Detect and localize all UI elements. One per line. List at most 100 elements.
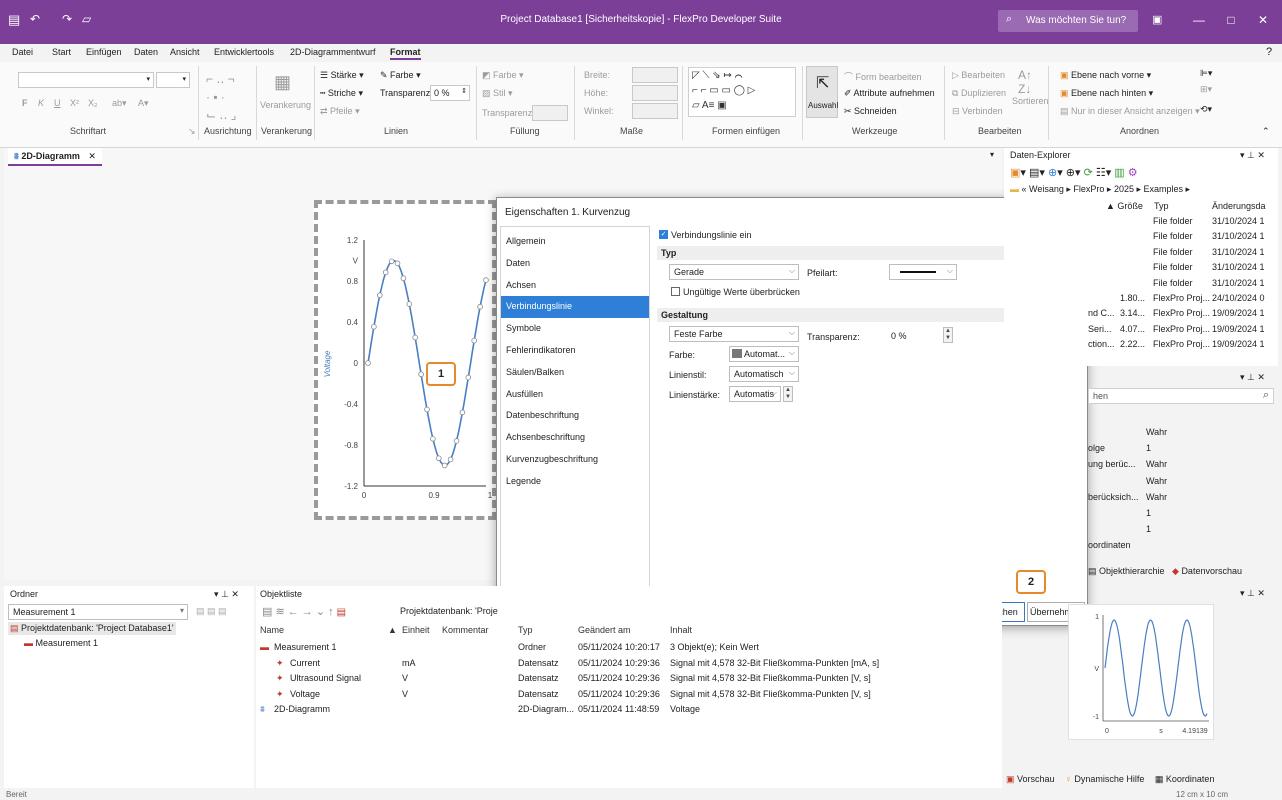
subscript-icon[interactable]: X₂	[88, 98, 98, 108]
search-box[interactable]: ⌕ Was möchten Sie tun?	[998, 10, 1138, 32]
nav-item-allgemein[interactable]: Allgemein	[501, 231, 649, 253]
explorer-cell-name[interactable]: ction...	[1088, 339, 1115, 349]
ordner-toolbar-icons[interactable]: ▤ ▤ ▤	[196, 606, 227, 617]
ordner-root[interactable]: ▤ Projektdatenbank: 'Project Database1'	[8, 622, 176, 635]
explorer-cell-type[interactable]: File folder	[1153, 262, 1193, 272]
explorer-cell-type[interactable]: File folder	[1153, 247, 1193, 257]
explorer-cell-type[interactable]: File folder	[1153, 231, 1193, 241]
nav-item-legende[interactable]: Legende	[501, 471, 649, 493]
menu-start[interactable]: Start	[52, 47, 71, 57]
explorer-cell-date[interactable]: 24/10/2024 0	[1212, 293, 1265, 303]
explorer-cell-type[interactable]: File folder	[1153, 216, 1193, 226]
attribute-aufnehmen-button[interactable]: ✐ Attribute aufnehmen	[844, 88, 935, 99]
nav-item-achsen[interactable]: Achsen	[501, 275, 649, 297]
objekt-cell-name[interactable]: Ultrasound Signal	[290, 673, 361, 683]
explorer-cell-type[interactable]: File folder	[1153, 278, 1193, 288]
preview-pane-controls[interactable]: ▾ ⊥ ✕	[1240, 588, 1265, 599]
explorer-cell-name[interactable]: Seri...	[1088, 324, 1112, 334]
objekt-cell-name[interactable]: 2D-Diagramm	[274, 704, 330, 714]
nav-item-symbole[interactable]: Symbole	[501, 318, 649, 340]
pfeilart-select[interactable]: ⌵	[889, 264, 957, 280]
staerke-button[interactable]: ☰ Stärke ▾	[320, 70, 364, 81]
linienstaerke-spinner[interactable]: ▲ ▼	[783, 386, 793, 402]
col-kommentar[interactable]: Kommentar	[442, 625, 489, 635]
explorer-cell-size[interactable]: 2.22...	[1120, 339, 1145, 349]
fuellung-stil-button[interactable]: ▨ Stil ▾	[482, 88, 513, 99]
linienstaerke-select[interactable]: Automatis ⌵	[729, 386, 781, 402]
explorer-toolbar-icons[interactable]: ▣▾ ▤▾ ⊕▾ ⊕▾ ⟳ ☷▾ ▥ ⚙	[1010, 166, 1138, 179]
farbe-select[interactable]: Automat... ⌵	[729, 346, 799, 362]
col-einheit[interactable]: Einheit	[402, 625, 430, 635]
objekt-cell-name[interactable]: Current	[290, 658, 320, 668]
shapes-gallery[interactable]: ◸ ⟍ ⇘ ↦ ⌒ ⌐ ⌐ ▭ ▭ ◯ ▷ ▱ A≡ ▣	[688, 67, 796, 117]
close-button[interactable]: ✕	[1244, 8, 1282, 32]
rotate-icon[interactable]: ⟲▾	[1200, 104, 1212, 115]
nav-item-verbindungslinie[interactable]: Verbindungslinie	[501, 296, 649, 319]
nav-item-achsenbeschriftung[interactable]: Achsenbeschriftung	[501, 427, 649, 449]
underline-button[interactable]: U	[54, 98, 61, 108]
align-objects-icon[interactable]: ⊫▾	[1200, 68, 1212, 79]
menu-entwicklertools[interactable]: Entwicklertools	[214, 47, 274, 57]
font-size-combo[interactable]: ▾	[156, 72, 190, 88]
transparenz-value[interactable]: 0 %	[891, 331, 907, 341]
form-bearbeiten-button[interactable]: ⌒ Form bearbeiten	[844, 70, 922, 83]
prop-value[interactable]: 1	[1146, 508, 1151, 518]
group-objects-icon[interactable]: ⊞▾	[1200, 84, 1212, 95]
explorer-cell-size[interactable]: 3.14...	[1120, 308, 1145, 318]
explorer-cell-date[interactable]: 31/10/2024 1	[1212, 278, 1265, 288]
nav-item-daten[interactable]: Daten	[501, 253, 649, 275]
pfeile-button[interactable]: ⇄ Pfeile ▾	[320, 106, 360, 117]
nav-item-datenbeschriftung[interactable]: Datenbeschriftung	[501, 405, 649, 427]
menu-format[interactable]: Format	[390, 47, 421, 60]
collapse-ribbon-icon[interactable]: ⌃	[1262, 126, 1270, 137]
explorer-cell-type[interactable]: FlexPro Proj...	[1153, 324, 1210, 334]
tab-2d-diagramm[interactable]: ⩩ 2D-Diagramm ✕	[8, 148, 102, 166]
col-name[interactable]: Name	[260, 625, 284, 635]
prop-value[interactable]: Wahr	[1146, 492, 1167, 502]
ordner-combo[interactable]: Measurement 1 ▾	[8, 604, 188, 620]
italic-button[interactable]: K	[38, 98, 44, 108]
menu-datei[interactable]: Datei	[12, 47, 33, 57]
nur-ansicht-button[interactable]: ▤ Nur in dieser Ansicht anzeigen ▾	[1060, 106, 1200, 117]
explorer-cell-size[interactable]: 1.80...	[1120, 293, 1145, 303]
chart-frame[interactable]: 1.2 V 0.8 0.4 0 -0.4 -0.8 -1.2 Voltage 0 0.9 1	[314, 200, 496, 520]
striche-button[interactable]: ┅ Striche ▾	[320, 88, 363, 99]
bold-button[interactable]: F	[22, 98, 28, 108]
col-geaendert[interactable]: Geändert am	[578, 625, 631, 635]
sortieren-icon[interactable]: A↑ Z↓	[1018, 68, 1032, 96]
explorer-cell-type[interactable]: FlexPro Proj...	[1153, 293, 1210, 303]
prop-value[interactable]: Wahr	[1146, 427, 1167, 437]
explorer-cell-date[interactable]: 31/10/2024 1	[1212, 262, 1265, 272]
ebene-hinten-button[interactable]: ▣ Ebene nach hinten ▾	[1060, 88, 1153, 99]
winkel-input[interactable]	[632, 103, 678, 119]
breite-input[interactable]	[632, 67, 678, 83]
col-groesse[interactable]: ▲ Größe	[1106, 201, 1143, 211]
typ-select[interactable]: Gerade ⌵	[669, 264, 799, 280]
ordner-pane-controls[interactable]: ▾ ⊥ ✕	[214, 589, 239, 600]
help-icon[interactable]: ?	[1266, 46, 1272, 58]
nav-item-säulen-balken[interactable]: Säulen/Balken	[501, 362, 649, 384]
prop-value[interactable]: 1	[1146, 524, 1151, 534]
duplizieren-button[interactable]: ⧉ Duplizieren	[952, 88, 1006, 99]
schneiden-button[interactable]: ✂ Schneiden	[844, 106, 897, 117]
verbindungslinie-checkbox[interactable]: ✓	[659, 230, 668, 239]
props-tab-objekthierarchie[interactable]: ▤ Objekthierarchie	[1088, 566, 1165, 577]
nav-item-ausfüllen[interactable]: Ausfüllen	[501, 384, 649, 406]
prop-value[interactable]: Wahr	[1146, 476, 1167, 486]
bearbeiten-button[interactable]: ▷ Bearbeiten	[952, 70, 1005, 81]
ebene-vorne-button[interactable]: ▣ Ebene nach vorne ▾	[1060, 70, 1151, 81]
highlight-icon[interactable]: ab▾	[112, 98, 127, 109]
props-search[interactable]: hen ⌕	[1088, 388, 1274, 404]
ungueltig-checkbox[interactable]	[671, 287, 680, 296]
explorer-cell-date[interactable]: 19/09/2024 1	[1212, 324, 1265, 334]
objekt-cell-name[interactable]: Measurement 1	[274, 642, 337, 652]
objekt-cell-name[interactable]: Voltage	[290, 689, 320, 699]
explorer-pane-controls[interactable]: ▾ ⊥ ✕	[1240, 150, 1265, 161]
col-typ[interactable]: Typ	[518, 625, 533, 635]
fuellung-farbe-button[interactable]: ◩ Farbe ▾	[482, 70, 524, 81]
dialog-launcher-icon[interactable]: ↘	[188, 126, 196, 137]
superscript-icon[interactable]: X²	[70, 98, 79, 108]
verankerung-button[interactable]: Verankerung	[260, 100, 311, 110]
fuellung-transparenz-input[interactable]	[532, 105, 568, 121]
explorer-path[interactable]: ▬ « Weisang ▸ FlexPro ▸ 2025 ▸ Examples …	[1010, 184, 1190, 195]
